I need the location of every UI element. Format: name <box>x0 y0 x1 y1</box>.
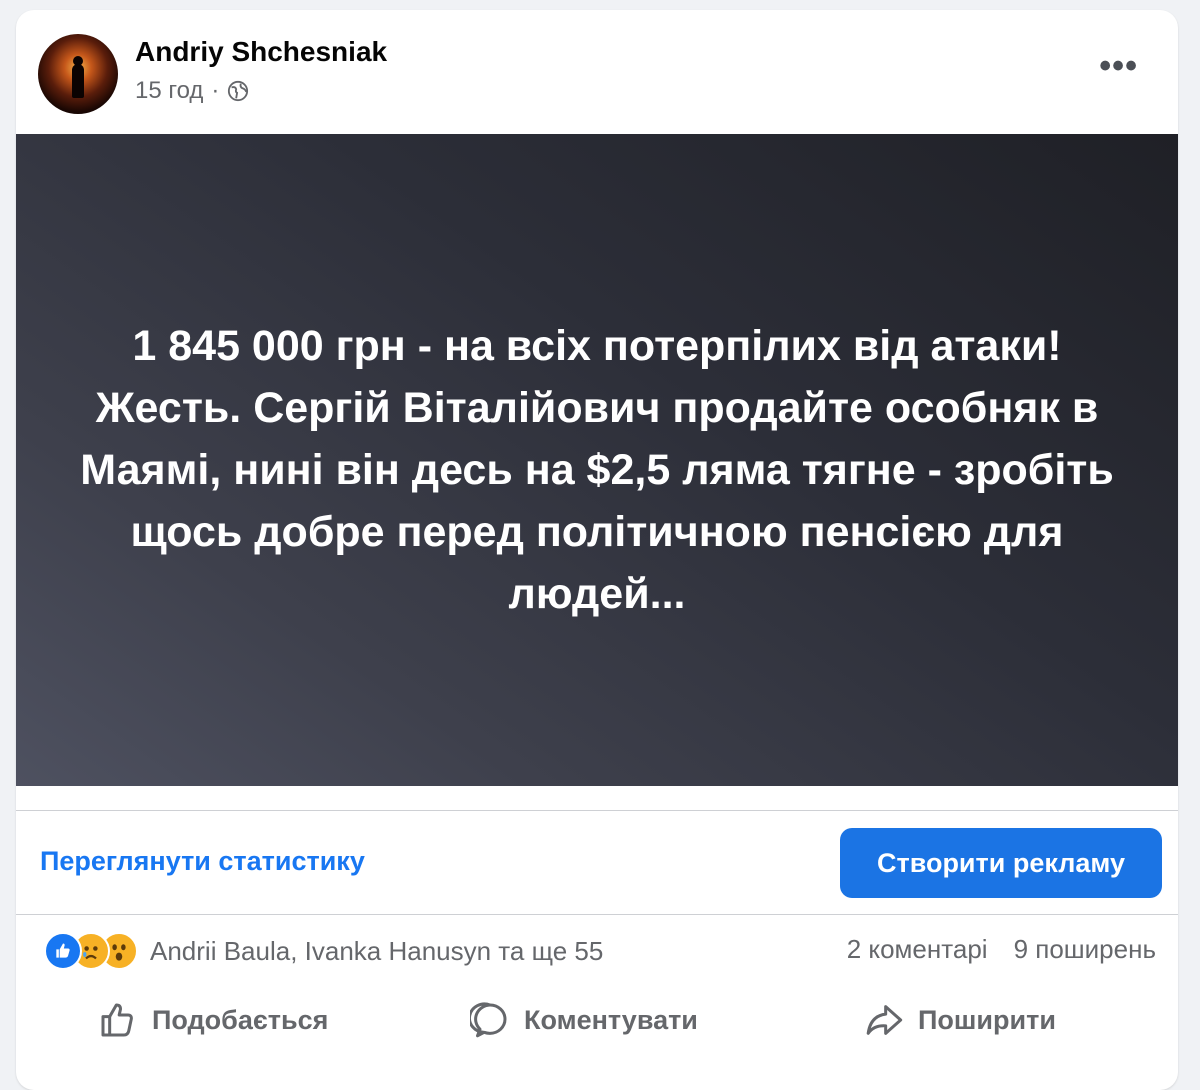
avatar[interactable] <box>38 34 118 114</box>
share-button[interactable]: Поширити <box>864 990 1056 1050</box>
like-button[interactable]: Подобається <box>98 990 328 1050</box>
post-header: Andriy Shchesniak 15 год · ••• <box>16 10 1178 134</box>
action-bar: Подобається Коментувати Поширити <box>16 990 1178 1050</box>
create-ad-button[interactable]: Створити рекламу <box>840 828 1162 898</box>
reactor-names[interactable]: Andrii Baula, Ivanka Hanusyn та ще 55 <box>150 936 603 967</box>
comments-count[interactable]: 2 коментарі <box>847 934 988 965</box>
share-button-label: Поширити <box>918 1004 1056 1035</box>
post-text: 1 845 000 грн - на всіх потерпілих від а… <box>80 322 1114 618</box>
comment-icon <box>470 1002 507 1038</box>
meta-separator: · <box>211 77 220 104</box>
divider <box>16 810 1178 811</box>
comment-button[interactable]: Коментувати <box>470 990 698 1050</box>
globe-icon <box>228 80 249 102</box>
like-button-label: Подобається <box>152 1004 329 1035</box>
shares-count[interactable]: 9 поширень <box>1014 934 1156 965</box>
thumbs-up-icon <box>101 1003 133 1037</box>
like-icon <box>44 932 82 970</box>
author-name[interactable]: Andriy Shchesniak <box>135 36 387 68</box>
reaction-summary[interactable]: Andrii Baula, Ivanka Hanusyn та ще 55 <box>44 932 603 970</box>
post-card: Andriy Shchesniak 15 год · ••• 1 845 000… <box>16 10 1178 1090</box>
share-icon <box>866 1005 903 1035</box>
divider <box>16 914 1178 915</box>
comment-button-label: Коментувати <box>524 1004 698 1035</box>
post-time[interactable]: 15 год <box>135 77 203 105</box>
engagement-counts: 2 коментарі 9 поширень <box>847 934 1156 965</box>
post-text-background: 1 845 000 грн - на всіх потерпілих від а… <box>16 134 1178 786</box>
more-options-icon[interactable]: ••• <box>1099 49 1138 83</box>
post-meta: 15 год · <box>135 77 249 105</box>
view-insights-link[interactable]: Переглянути статистику <box>40 846 365 877</box>
avatar-figure-body <box>72 64 84 98</box>
